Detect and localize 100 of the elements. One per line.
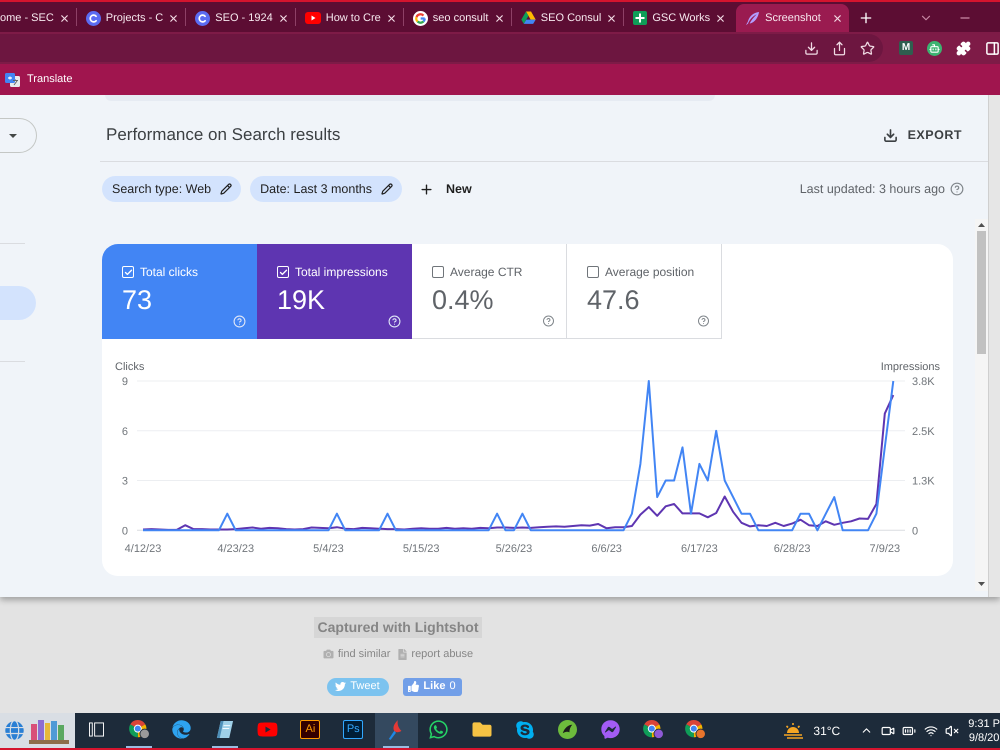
folder-icon [472,720,492,739]
metric-label: Average CTR [450,264,522,281]
tick-label: 0 [122,525,128,538]
feather-icon [745,10,760,26]
metric-value: 73 [122,285,154,315]
swirl-logo-icon [172,720,192,739]
close-icon[interactable] [494,12,505,24]
browser-tab[interactable]: Screenshot [736,4,850,32]
checkbox[interactable] [587,266,599,278]
edit-icon [381,183,394,195]
browser-tab[interactable]: How to Cre [296,4,403,32]
download-icon[interactable] [804,40,819,56]
tick-label: 5/26/23 [496,543,532,555]
close-icon[interactable] [606,12,618,24]
tick-label: 6/28/23 [774,543,810,555]
browser-tab[interactable]: SEO Consul [512,4,624,32]
robot-icon[interactable] [927,40,942,56]
tick-label: 6 [122,426,128,438]
browser-tab[interactable]: ome - SEC [0,4,76,32]
filter-chip[interactable]: Date: Last 3 months [250,176,402,202]
close-icon[interactable] [278,12,289,24]
plus-icon [419,182,434,196]
bird-icon [335,681,346,692]
wifi-icon[interactable] [924,724,938,738]
tick-label: 6/17/23 [681,543,718,555]
export-button[interactable]: EXPORT [882,126,962,144]
axis-title: Impressions [880,361,940,373]
sidebar-icon[interactable] [985,40,1000,56]
new-filter-button[interactable]: New [419,180,472,198]
caption-label: Captured with Lightshot [314,617,482,638]
tick-label: 7/9/23 [870,543,900,555]
close-icon[interactable] [386,12,397,24]
browser-tab[interactable]: SEO - 1924 [186,4,295,32]
help-icon[interactable] [542,315,555,327]
metric-tile[interactable]: Average CTR 0.4% [412,244,567,339]
scroll-up-arrow-icon[interactable] [978,223,985,227]
browser-logo-icon [642,720,664,739]
thumbs-up-icon [408,681,420,692]
check-icon [278,268,288,276]
tick-label: 9 [122,376,128,388]
tick-label: 1.3K [912,476,935,488]
play-icon [304,12,321,24]
tick-label: 4/23/23 [217,543,254,555]
phone-chat-icon [428,719,450,740]
search-field[interactable] [105,95,715,101]
globe-icon[interactable] [5,721,24,740]
browser-tab[interactable]: seo consult [404,4,511,32]
check-icon [124,268,132,276]
puzzle-icon[interactable] [956,40,971,56]
scrollbar-thumb[interactable] [977,231,986,354]
books-icon[interactable] [29,718,69,744]
triangle-logo-icon [520,11,536,25]
temperature-text[interactable]: 31°C [813,722,840,740]
tick-label: 3.8K [912,376,935,388]
bookmark-link[interactable]: Translate [5,71,72,88]
metric-label: Total impressions [295,264,388,281]
share-icon[interactable] [832,40,847,56]
help-icon[interactable] [950,182,964,196]
caret-icon [9,134,17,138]
circle-logo-icon [558,720,577,739]
taskbar-app-button[interactable]: Ps [332,713,375,748]
metric-tile[interactable]: Average position 47.6 [567,244,722,339]
browser-tab[interactable]: GSC Works [624,4,732,32]
tick-label: 6/6/23 [591,543,622,555]
document-icon [398,648,408,660]
metric-value: 47.6 [587,285,641,315]
tick-label: 3 [122,476,128,488]
help-icon[interactable] [697,315,710,327]
notebook-icon [215,720,234,739]
app-logo: Ps [343,720,364,739]
muted-speaker-icon[interactable] [945,724,960,738]
metric-label: Total clicks [140,264,198,281]
page-title: Performance on Search results [106,124,340,146]
task-view-icon [88,722,104,737]
metric-label: Average position [605,264,694,281]
extension-button[interactable]: M [899,41,913,55]
scroll-down-arrow-icon[interactable] [978,582,985,586]
metric-value: 0.4% [432,285,495,315]
close-icon[interactable] [168,12,180,24]
close-icon[interactable] [832,12,844,24]
tick-label: 2.5K [912,426,935,438]
star-icon[interactable] [860,40,875,56]
clock[interactable]: 9:31 P 9/8/20 [968,716,1000,744]
taskbar-app-button[interactable]: Ai [288,713,332,748]
last-updated-text: Last updated: 3 hours ago [800,180,945,198]
close-icon[interactable] [58,12,70,24]
circle-logo-icon [86,10,101,26]
filter-chip[interactable]: Search type: Web [102,176,242,202]
checkbox[interactable] [432,266,444,278]
browser-tab[interactable]: Projects - C [76,4,186,32]
spreadsheet-icon [633,11,648,25]
camera-icon [322,649,334,660]
close-icon[interactable] [715,12,726,24]
app-logo: Ai [300,720,320,739]
s-logo-icon [514,720,535,740]
tick-label: 5/4/23 [313,543,344,555]
circle-logo-icon [195,10,210,26]
tick-label: 4/12/23 [124,543,162,555]
ring-logo-icon [412,10,428,26]
tick-label: 5/15/23 [402,543,440,555]
